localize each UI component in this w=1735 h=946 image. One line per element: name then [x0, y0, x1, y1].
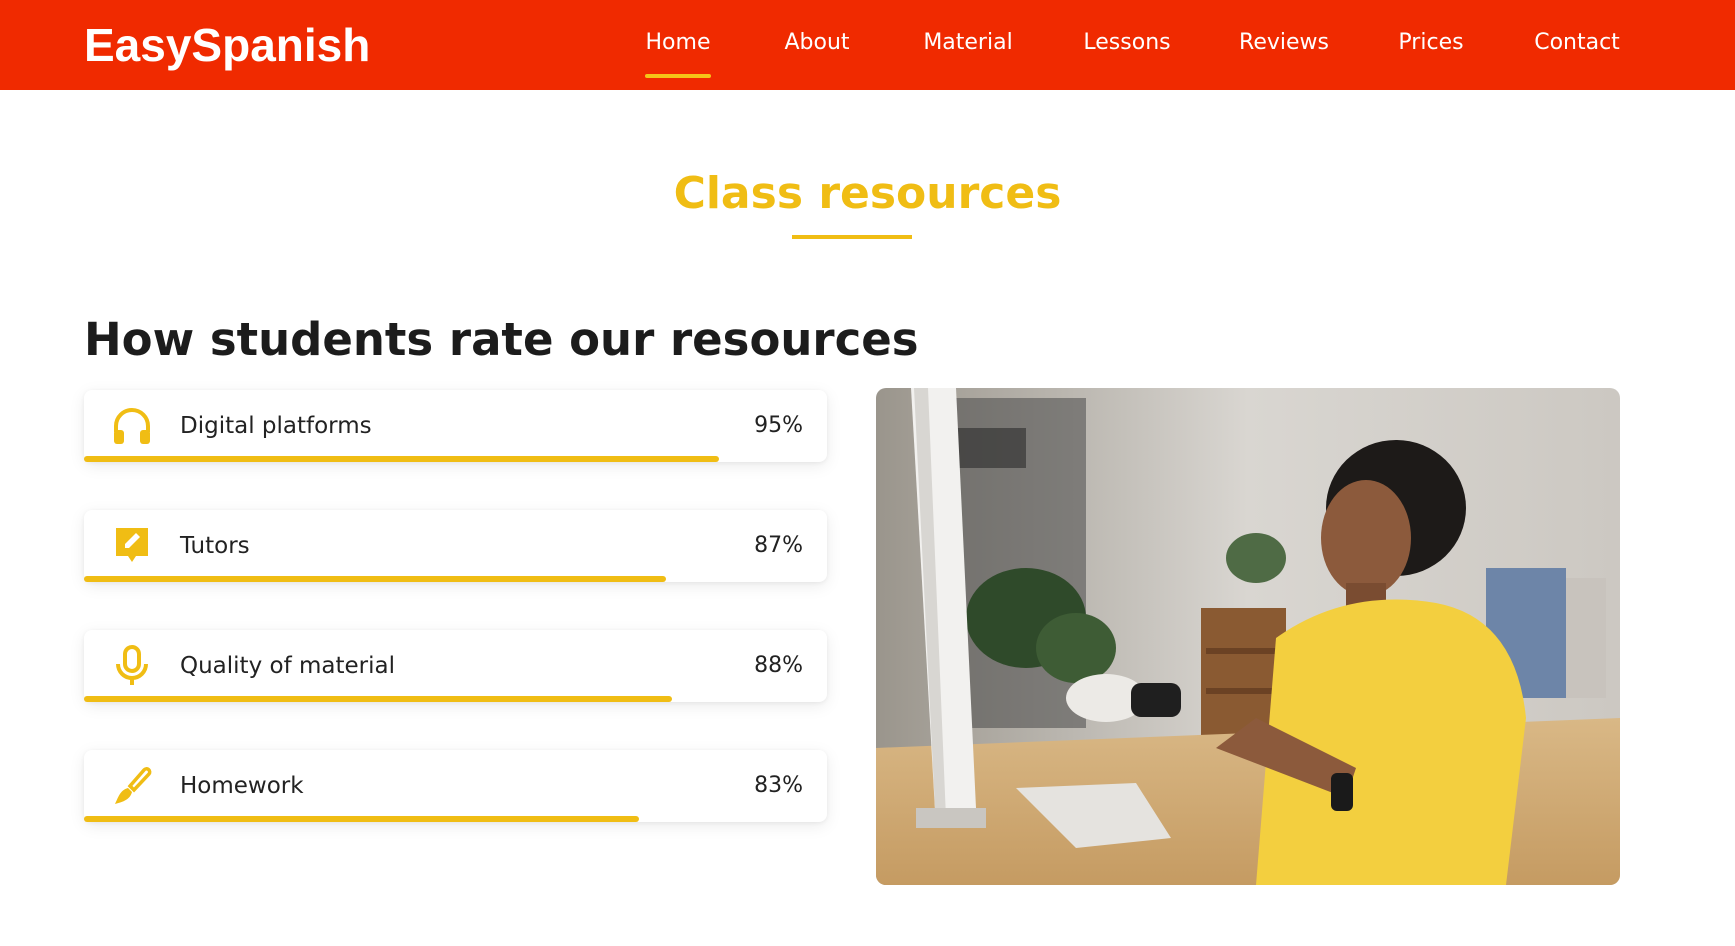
paintbrush-icon: [110, 764, 154, 808]
brand-logo[interactable]: EasySpanish: [84, 18, 370, 72]
active-nav-indicator: [645, 74, 711, 78]
nav-link-prices[interactable]: Prices: [1398, 28, 1463, 58]
nav-link-reviews[interactable]: Reviews: [1239, 28, 1329, 58]
rating-progress-bar: [84, 696, 672, 702]
nav-link-lessons[interactable]: Lessons: [1083, 28, 1170, 58]
section-title: Class resources: [673, 168, 1062, 219]
rating-label: Tutors: [180, 533, 250, 559]
nav-link-home[interactable]: Home: [646, 28, 711, 58]
rating-progress-bar: [84, 816, 639, 822]
rating-percent: 83%: [754, 773, 803, 798]
rating-percent: 87%: [754, 533, 803, 558]
student-at-computer-photo: [876, 388, 1620, 885]
nav-link-contact[interactable]: Contact: [1534, 28, 1620, 58]
rating-label: Homework: [180, 773, 304, 799]
edit-note-icon: [110, 524, 154, 568]
nav-link-about[interactable]: About: [784, 28, 849, 58]
rating-progress-bar: [84, 576, 666, 582]
top-navbar: EasySpanish Home About Material Lessons …: [0, 0, 1735, 90]
nav-link-material[interactable]: Material: [923, 28, 1012, 58]
rating-percent: 95%: [754, 413, 803, 438]
section-title-underline: [792, 235, 912, 239]
headphones-icon: [110, 404, 154, 448]
rating-card-digital-platforms: Digital platforms 95%: [84, 390, 827, 462]
rating-progress-bar: [84, 456, 719, 462]
rating-card-homework: Homework 83%: [84, 750, 827, 822]
rating-percent: 88%: [754, 653, 803, 678]
rating-label: Digital platforms: [180, 413, 372, 439]
microphone-icon: [110, 644, 154, 688]
rating-card-quality-of-material: Quality of material 88%: [84, 630, 827, 702]
ratings-heading: How students rate our resources: [84, 313, 919, 366]
rating-label: Quality of material: [180, 653, 395, 679]
rating-card-tutors: Tutors 87%: [84, 510, 827, 582]
